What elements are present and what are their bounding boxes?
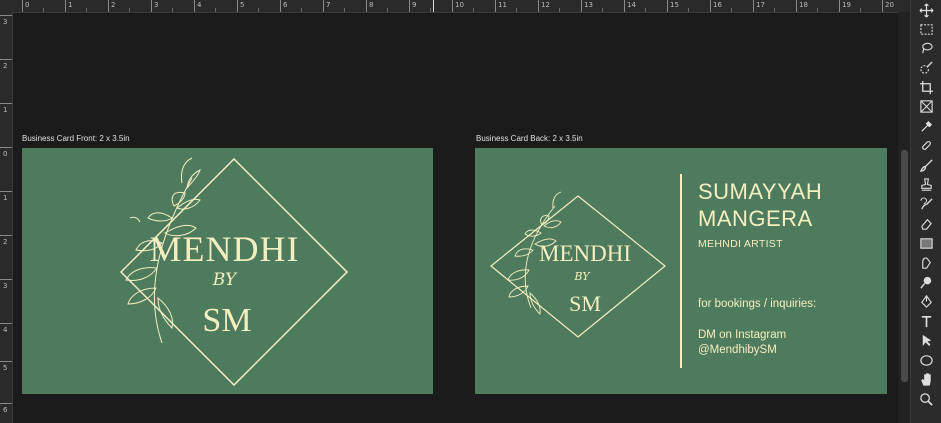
artist-name-first: SUMAYYAH <box>698 179 823 204</box>
dodge-icon[interactable] <box>918 274 935 291</box>
back-brand-sm: SM <box>569 291 601 316</box>
smudge-icon[interactable] <box>918 254 935 271</box>
ruler-label: 6 <box>3 406 8 414</box>
divider-line <box>680 174 682 368</box>
crop-icon[interactable] <box>918 79 935 96</box>
ruler-label: 4 <box>3 326 8 334</box>
frame-icon[interactable] <box>918 98 935 115</box>
ruler-label: 9 <box>412 1 417 9</box>
front-artboard-label[interactable]: Business Card Front: 2 x 3.5in <box>22 134 130 143</box>
type-icon[interactable] <box>918 313 935 330</box>
eyedropper-icon[interactable] <box>918 118 935 135</box>
ruler-label: 13 <box>584 1 593 9</box>
ruler-label: 2 <box>3 62 8 70</box>
business-card-front[interactable]: MENDHI BY SM <box>22 148 433 394</box>
front-brand-sm: SM <box>202 302 252 339</box>
ruler-label: 0 <box>25 1 30 9</box>
ruler-label: 6 <box>283 1 288 9</box>
ellipse-icon[interactable] <box>918 352 935 369</box>
artist-role: MEHNDI ARTIST <box>698 238 783 250</box>
lasso-icon[interactable] <box>918 40 935 57</box>
stamp-icon[interactable] <box>918 176 935 193</box>
horizontal-ruler[interactable]: 0 1 2 3 4 5 6 7 8 9 10 11 12 13 14 15 16… <box>0 0 910 13</box>
bookings-text: for bookings / inquiries: <box>698 298 817 310</box>
ruler-label: 18 <box>799 1 808 9</box>
ruler-label: 16 <box>713 1 722 9</box>
ruler-label: 12 <box>541 1 550 9</box>
ruler-label: 19 <box>842 1 851 9</box>
ruler-label: 1 <box>3 106 8 114</box>
ruler-label: 14 <box>627 1 636 9</box>
ruler-label: 17 <box>756 1 765 9</box>
ruler-label: 3 <box>3 282 8 290</box>
ruler-label: 1 <box>3 194 8 202</box>
marquee-icon[interactable] <box>918 21 935 38</box>
ruler-label: 11 <box>498 1 507 9</box>
eraser-icon[interactable] <box>918 215 935 232</box>
vertical-scrollbar-thumb[interactable] <box>901 150 908 382</box>
ruler-label: 3 <box>3 18 8 26</box>
ruler-label: 7 <box>326 1 331 9</box>
gradient-icon[interactable] <box>918 235 935 252</box>
ruler-label: 10 <box>455 1 464 9</box>
ruler-label: 5 <box>3 364 8 372</box>
ruler-label: 3 <box>154 1 159 9</box>
front-brand-mendhi: MENDHI <box>149 229 300 269</box>
business-card-back[interactable]: MENDHI BY SM SUMAYYAH MANGERA MEHNDI ART… <box>475 148 887 394</box>
brush-icon[interactable] <box>918 157 935 174</box>
back-brand-by: BY <box>574 270 590 283</box>
ruler-label: 4 <box>197 1 202 9</box>
quick-select-icon[interactable] <box>918 60 935 77</box>
history-brush-icon[interactable] <box>918 196 935 213</box>
contact-handle: @MendhibySM <box>698 344 777 356</box>
ruler-label: 20 <box>885 1 894 9</box>
healing-icon[interactable] <box>918 137 935 154</box>
move-icon[interactable] <box>918 2 935 19</box>
back-brand-mendhi: MENDHI <box>539 241 631 266</box>
ruler-label: 2 <box>111 1 116 9</box>
vertical-ruler[interactable]: 3 2 1 0 1 2 3 4 5 6 <box>0 12 13 423</box>
tools-panel <box>910 0 941 423</box>
contact-instagram: DM on Instagram <box>698 329 787 341</box>
path-select-icon[interactable] <box>918 332 935 349</box>
ruler-label: 1 <box>68 1 73 9</box>
zoom-icon[interactable] <box>918 391 935 408</box>
ruler-label: 2 <box>3 238 8 246</box>
artist-name-last: MANGERA <box>698 206 813 231</box>
front-brand-by: BY <box>212 270 237 290</box>
back-artboard-label[interactable]: Business Card Back: 2 x 3.5in <box>476 134 583 143</box>
cursor-marker <box>433 0 434 12</box>
hand-icon[interactable] <box>918 371 935 388</box>
artist-name: SUMAYYAH MANGERA <box>698 178 822 232</box>
ruler-label: 0 <box>3 150 8 158</box>
ruler-label: 5 <box>240 1 245 9</box>
ruler-label: 15 <box>670 1 679 9</box>
ruler-label: 8 <box>369 1 374 9</box>
pen-icon[interactable] <box>918 293 935 310</box>
